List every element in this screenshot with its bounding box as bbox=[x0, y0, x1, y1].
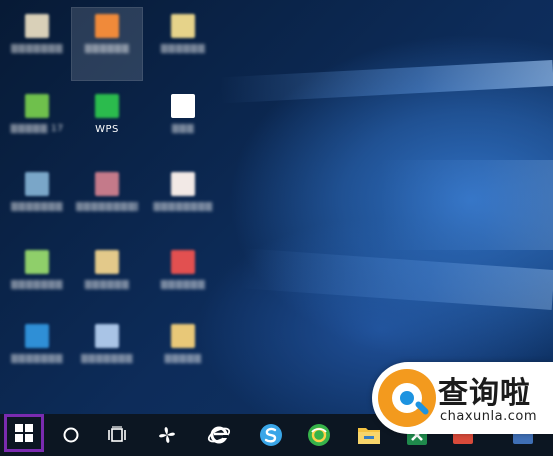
desktop-icon-1[interactable]: ▒▒▒▒▒▒▒ bbox=[2, 8, 72, 80]
cortana-search-button[interactable] bbox=[48, 414, 94, 456]
icon-label: ▒▒▒ bbox=[171, 124, 195, 134]
desktop-icon-14[interactable]: ▒▒▒▒▒▒▒ bbox=[72, 318, 142, 390]
desktop-icon-6[interactable]: ▒▒▒ bbox=[148, 88, 218, 160]
desktop-icon-9[interactable]: ▒▒▒▒▒▒▒▒ bbox=[148, 166, 218, 238]
archive-icon bbox=[171, 324, 195, 348]
wallpaper-light-ray bbox=[219, 60, 553, 104]
desktop-icon-12[interactable]: ▒▒▒▒▒▒ bbox=[148, 244, 218, 316]
icon-label: ▒▒▒▒▒▒ bbox=[84, 44, 130, 54]
icon-label: ▒▒▒▒▒▒ bbox=[160, 280, 206, 290]
icon-label: ▒▒▒▒▒▒▒▒ bbox=[153, 202, 213, 212]
desktop-icon-15[interactable]: ▒▒▒▒▒ bbox=[148, 318, 218, 390]
desktop-icon-4[interactable]: ▒▒▒▒▒ 17 bbox=[2, 88, 72, 160]
document-icon bbox=[171, 94, 195, 118]
sogou-browser-button[interactable] bbox=[248, 414, 294, 456]
app-icon bbox=[25, 14, 49, 38]
windows-logo-icon bbox=[15, 424, 33, 442]
icon-label: ▒▒▒▒▒▒▒▒▒ bbox=[76, 202, 138, 212]
desktop-icon-2[interactable]: ▒▒▒▒▒▒ bbox=[71, 7, 143, 81]
app-icon bbox=[25, 324, 49, 348]
app-icon bbox=[171, 250, 195, 274]
task-view-button[interactable] bbox=[94, 414, 140, 456]
desktop-icon-3[interactable]: ▒▒▒▒▒▒ bbox=[148, 8, 218, 80]
ie-icon bbox=[207, 426, 231, 444]
watermark-url: chaxunla.com bbox=[440, 409, 537, 424]
icon-label: ▒▒▒▒▒▒▒ bbox=[11, 280, 63, 290]
desktop: ▒▒▒▒▒▒▒ ▒▒▒▒▒▒ ▒▒▒▒▒▒ ▒▒▒▒▒ 17 WPS ▒▒▒ ▒… bbox=[0, 0, 553, 414]
desktop-icon-8[interactable]: ▒▒▒▒▒▒▒▒▒ bbox=[72, 166, 142, 238]
task-view-icon bbox=[108, 426, 126, 442]
icon-label: ▒▒▒▒▒▒▒ bbox=[11, 202, 63, 212]
app-icon bbox=[95, 324, 119, 348]
desktop-icon-5[interactable]: WPS bbox=[72, 88, 142, 160]
chaxunla-logo-icon bbox=[378, 369, 436, 427]
start-button[interactable] bbox=[4, 414, 44, 452]
desktop-icon-13[interactable]: ▒▒▒▒▒▒▒ bbox=[2, 318, 72, 390]
icon-label: ▒▒▒▒▒▒ bbox=[84, 280, 130, 290]
app-icon bbox=[95, 172, 119, 196]
folder-icon bbox=[171, 14, 195, 38]
desktop-icon-11[interactable]: ▒▒▒▒▒▒ bbox=[72, 244, 142, 316]
app-icon bbox=[25, 94, 49, 118]
icon-label: ▒▒▒▒▒▒▒ bbox=[11, 354, 63, 364]
360-browser-icon bbox=[308, 424, 330, 446]
folder-icon bbox=[358, 428, 380, 444]
site-watermark: 查询啦 chaxunla.com bbox=[372, 362, 553, 434]
icon-label: ▒▒▒▒▒ 17 bbox=[10, 124, 64, 134]
icon-label: ▒▒▒▒▒▒▒ bbox=[81, 354, 133, 364]
pinwheel-icon bbox=[159, 427, 175, 443]
circle-icon bbox=[63, 427, 79, 443]
app-icon bbox=[25, 172, 49, 196]
wallpaper-light-ray bbox=[239, 248, 553, 310]
app-icon bbox=[95, 14, 119, 38]
icon-label: ▒▒▒▒▒ bbox=[164, 354, 202, 364]
icon-label: ▒▒▒▒▒▒ bbox=[160, 44, 206, 54]
icon-label: WPS bbox=[95, 124, 119, 135]
archive-icon bbox=[95, 250, 119, 274]
app-icon bbox=[25, 250, 49, 274]
sogou-s-icon bbox=[260, 424, 282, 446]
wps-icon bbox=[95, 94, 119, 118]
pdf-icon bbox=[171, 172, 195, 196]
360-browser-button[interactable] bbox=[296, 414, 342, 456]
wallpaper-light-ray bbox=[380, 160, 553, 250]
watermark-title: 查询啦 bbox=[438, 376, 531, 411]
desktop-icon-10[interactable]: ▒▒▒▒▒▒▒ bbox=[2, 244, 72, 316]
fan-app-button[interactable] bbox=[144, 414, 190, 456]
desktop-icon-7[interactable]: ▒▒▒▒▒▒▒ bbox=[2, 166, 72, 238]
internet-explorer-button[interactable] bbox=[196, 414, 242, 456]
icon-label: ▒▒▒▒▒▒▒ bbox=[11, 44, 63, 54]
